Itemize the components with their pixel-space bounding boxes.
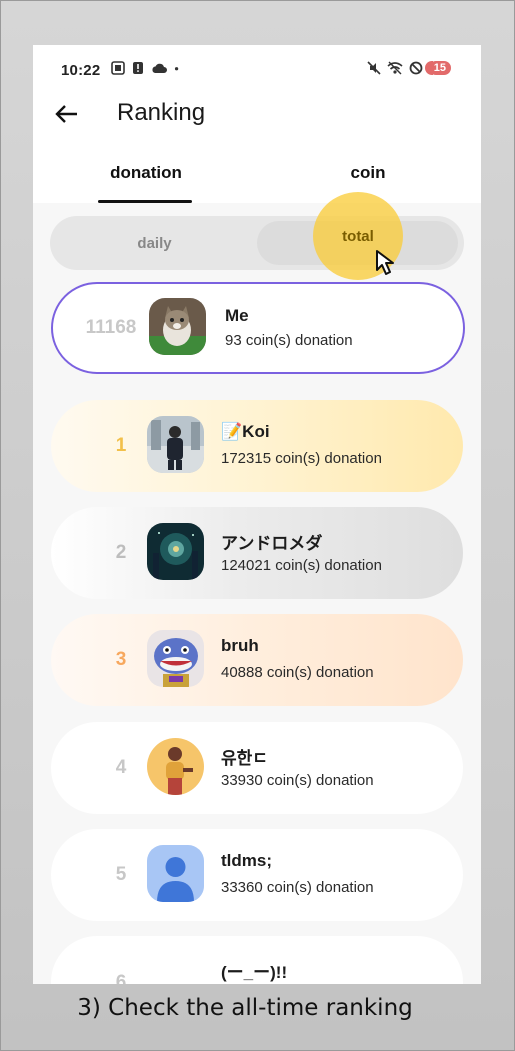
tab-donation[interactable]: donation [98,163,194,183]
my-rank-card[interactable]: 11168 Me 93 coin(s) donation [51,282,465,374]
donation-amount: 124021 coin(s) donation [221,557,382,574]
caption: 3) Check the all-time ranking [77,995,413,1021]
default-avatar-icon [147,845,204,902]
status-icons-right: 15 [367,61,451,75]
screenshot-icon [111,61,125,75]
status-icons-left [111,61,183,75]
app-bar: Ranking [33,95,481,140]
ranking-row[interactable]: 4 유한ㄷ 33930 coin(s) donation [51,722,463,814]
user-name: アンドロメダ [221,534,323,553]
tab-bar: donation coin [33,155,481,203]
user-name: bruh [221,636,259,655]
user-name: tldms; [221,851,272,870]
mute-icon [367,61,381,75]
tab-coin[interactable]: coin [333,163,403,183]
back-arrow-icon[interactable] [53,100,81,128]
block-icon [409,61,423,75]
ranking-row[interactable]: 6 (ー_ー)!! [51,936,463,984]
ranking-row[interactable]: 1 📝Koi 172315 coin(s) donation [51,400,463,492]
cloud-icon [152,63,167,73]
ranking-row[interactable]: 5 tldms; 33360 coin(s) donation [51,829,463,921]
toggle-total-label[interactable]: total [313,228,403,245]
donation-amount: 33930 coin(s) donation [221,772,374,789]
avatar-illustration [147,738,204,795]
ranking-row[interactable]: 3 bruh 40888 coin(s) donation [51,614,463,706]
rank-number: 6 [115,972,127,984]
avatar-person-winter [147,416,204,473]
avatar-galaxy [147,523,204,580]
user-name: 📝Koi [221,422,270,441]
page-title: Ranking [117,99,206,126]
donation-amount: 93 coin(s) donation [225,332,353,349]
donation-amount: 33360 coin(s) donation [221,879,374,896]
wifi-icon [387,61,403,75]
donation-amount: 40888 coin(s) donation [221,664,374,681]
active-tab-indicator [98,200,192,203]
status-bar: 10:22 15 [33,45,481,95]
avatar-cat [149,298,206,355]
battery-badge: 15 [424,61,451,75]
alert-icon [133,62,143,74]
status-time: 10:22 [61,62,101,79]
dot-icon [174,67,179,71]
pointer-cursor-icon [376,250,394,275]
rank-number: 11168 [85,317,137,338]
user-name: 유한ㄷ [221,749,268,768]
ranking-row[interactable]: 2 アンドロメダ 124021 coin(s) donation [51,507,463,599]
phone-screen: 10:22 15 Ranking donation coin daily tot… [33,45,481,984]
toggle-daily[interactable]: daily [56,221,253,265]
avatar-plush-shark [147,630,204,687]
user-name: (ー_ー)!! [221,963,288,982]
donation-amount: 172315 coin(s) donation [221,450,382,467]
user-name: Me [225,306,249,325]
